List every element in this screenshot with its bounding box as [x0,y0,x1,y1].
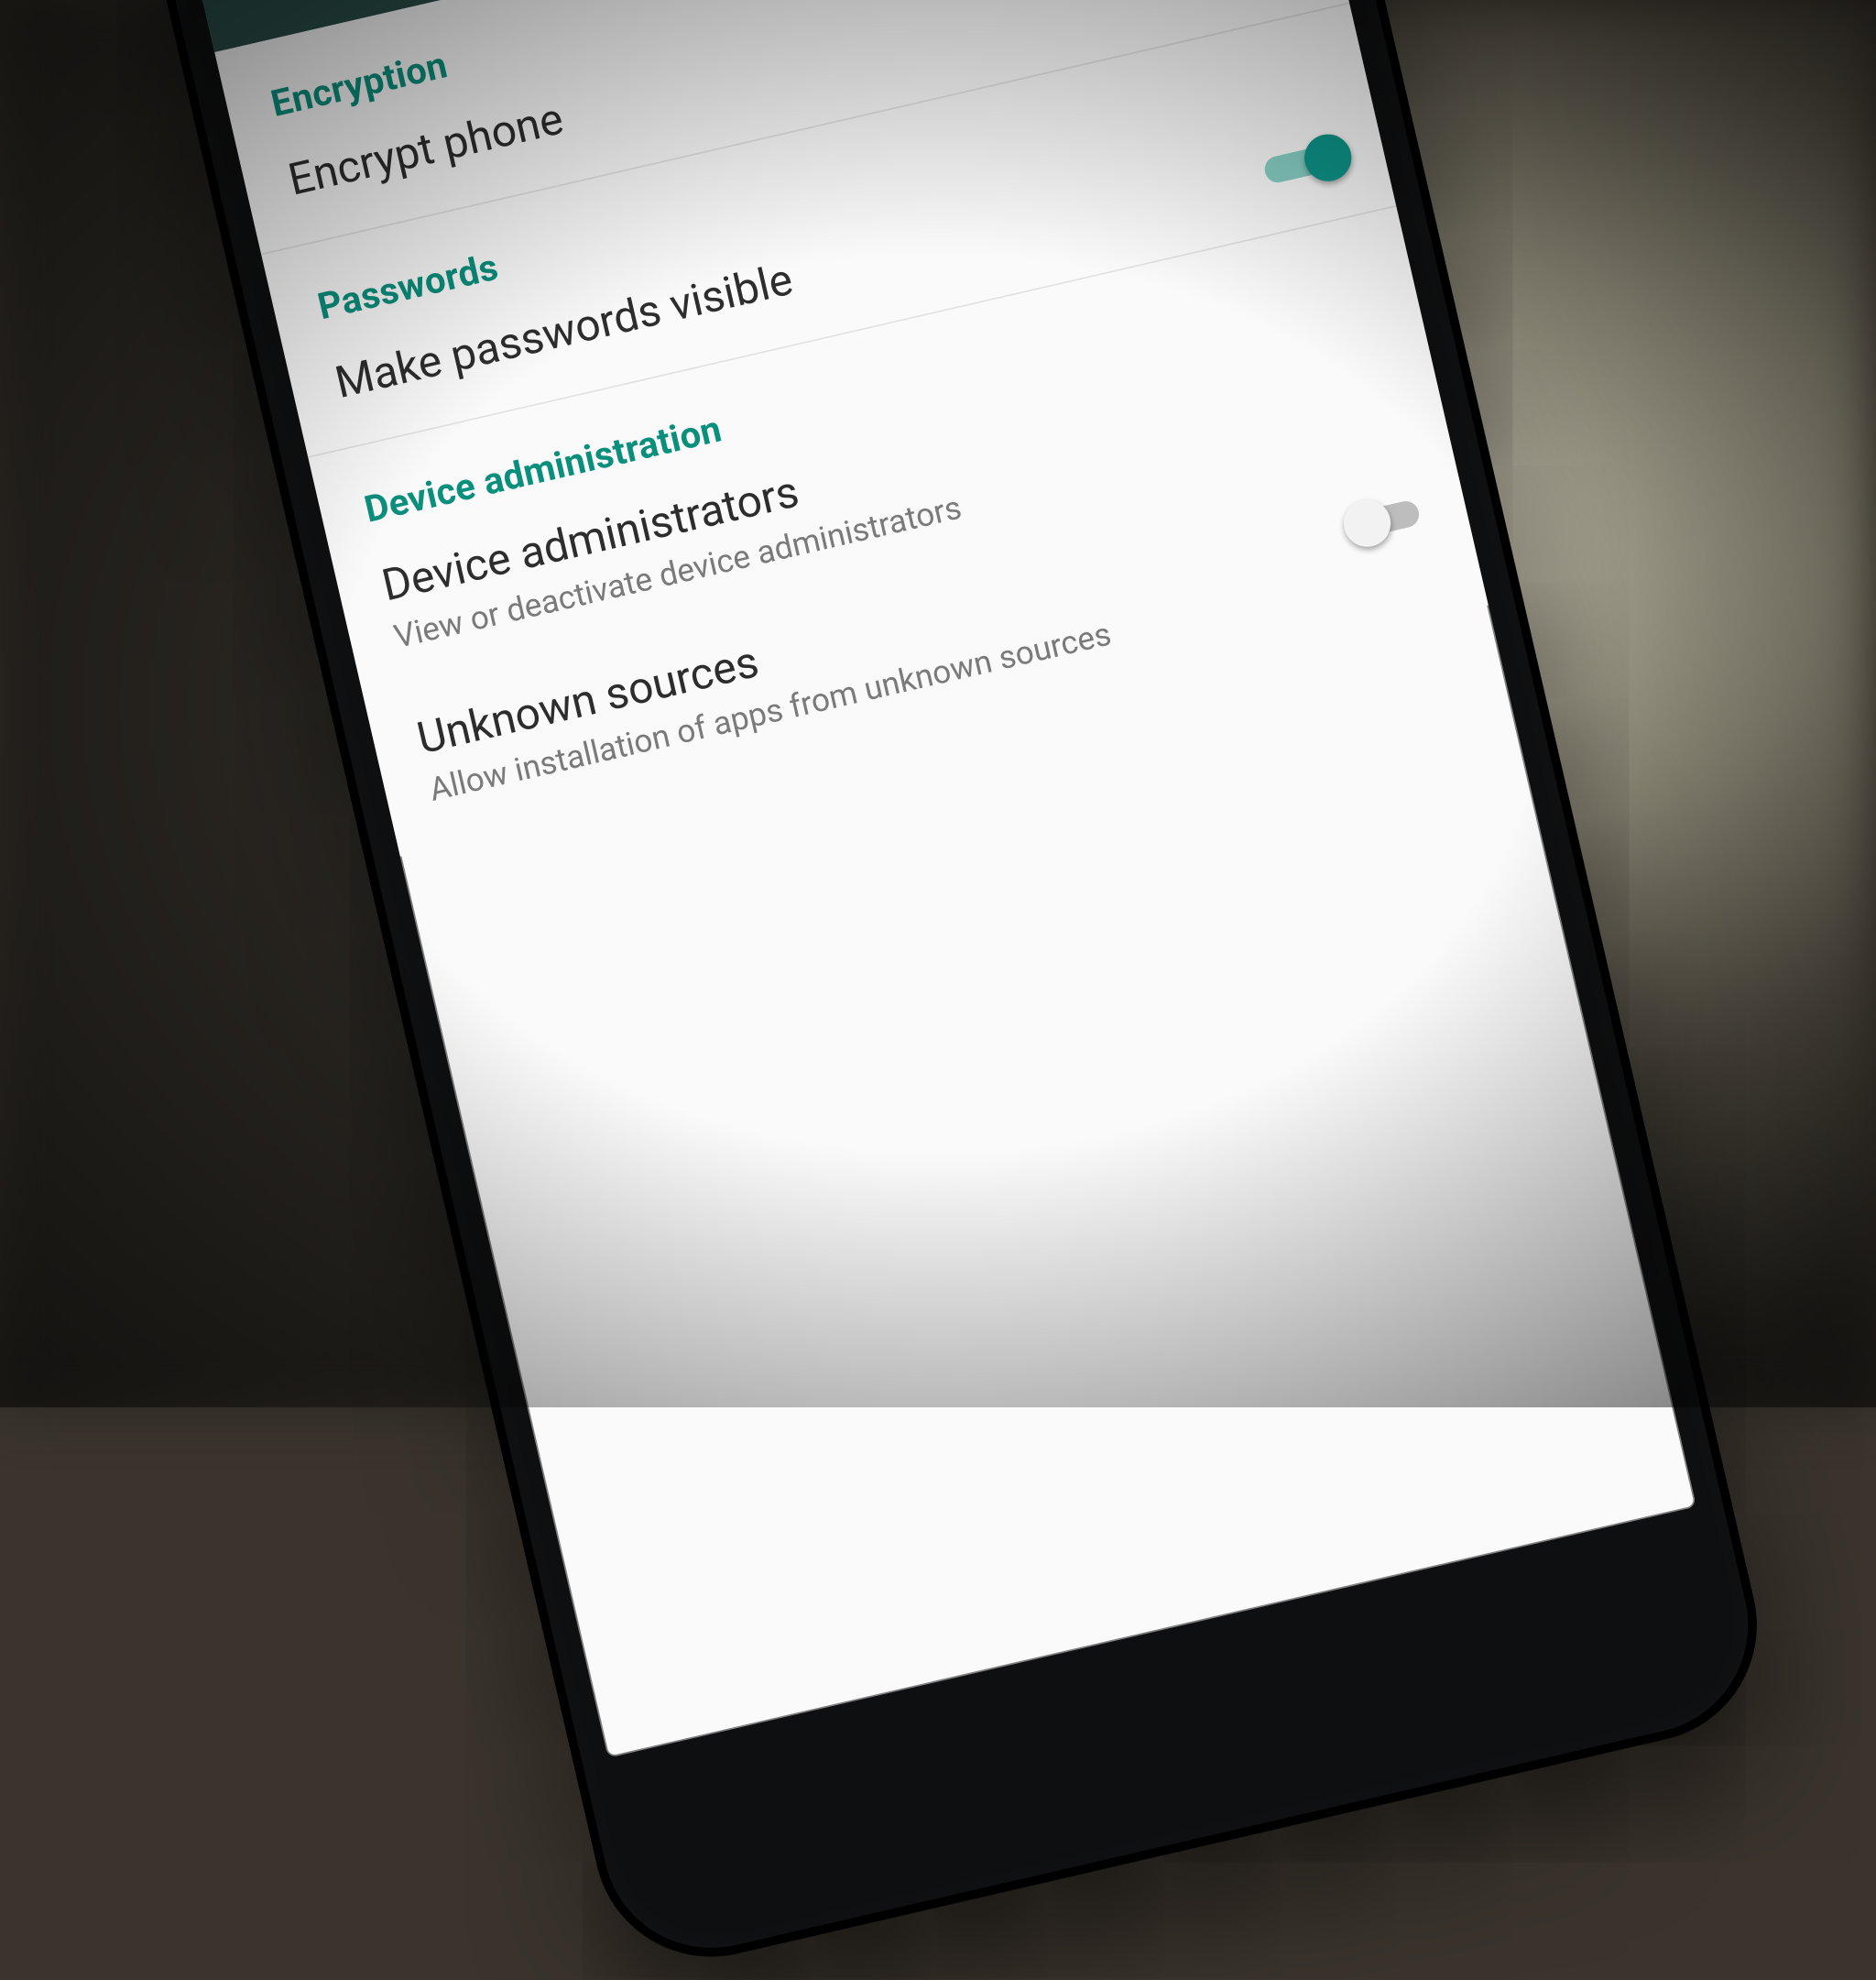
toggle-thumb [1300,129,1356,185]
settings-list[interactable]: Encryption Encrypt phone Passwords Make … [214,0,1488,856]
back-button[interactable] [207,0,305,20]
toggle-unknown-sources[interactable] [1338,482,1439,553]
toggle-passwords-visible[interactable] [1256,126,1357,198]
toggle-thumb [1339,495,1395,551]
